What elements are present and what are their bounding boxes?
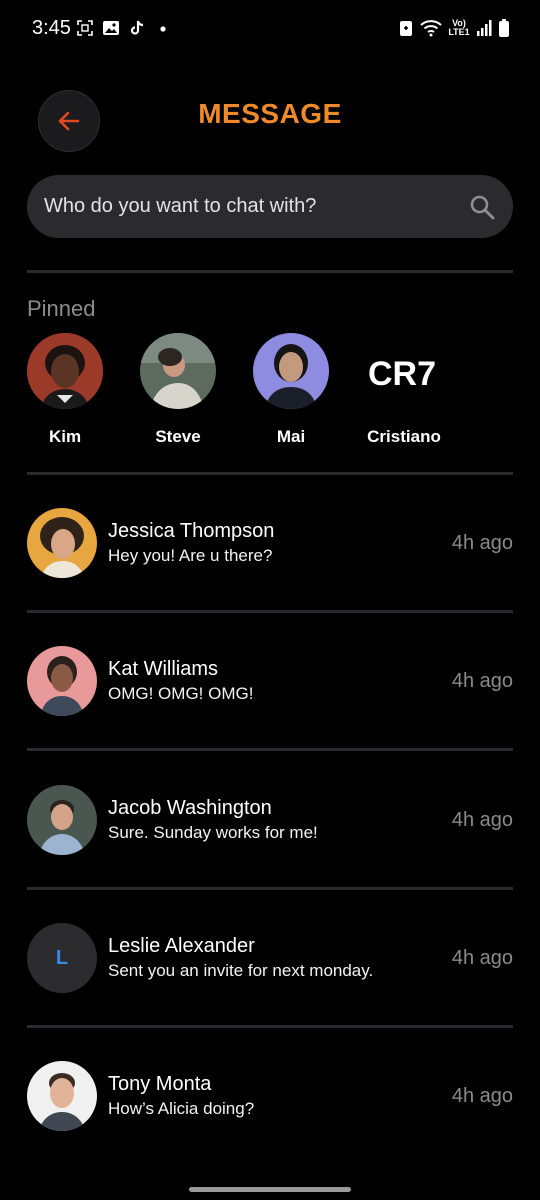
avatar xyxy=(27,333,103,409)
search-box[interactable] xyxy=(27,175,513,238)
chat-name: Jessica Thompson xyxy=(108,520,275,542)
pinned-name: Mai xyxy=(276,427,306,446)
chat-time: 4h ago xyxy=(451,670,513,692)
status-bar: 3:45 Vo) LTE1 xyxy=(0,0,540,58)
page-title: MESSAGE xyxy=(198,98,342,129)
logo-text: CR7 xyxy=(368,355,436,393)
pinned-name: Kim xyxy=(48,427,82,446)
chat-name: Jacob Washington xyxy=(108,797,272,819)
pinned-name: Cristiano xyxy=(367,427,441,446)
cr7-logo-mark: CR7 xyxy=(368,355,436,393)
chat-message: OMG! OMG! OMG! xyxy=(108,684,254,703)
avatar xyxy=(140,333,216,409)
pinned-contact-kim[interactable]: Kim xyxy=(10,333,120,447)
avatar xyxy=(27,785,97,855)
chat-time: 4h ago xyxy=(451,809,513,831)
wifi-icon xyxy=(420,20,442,37)
chat-name: Leslie Alexander xyxy=(108,935,255,957)
network-label: Vo) LTE1 xyxy=(448,18,470,37)
pinned-label: Pinned xyxy=(27,296,96,321)
chat-time: 4h ago xyxy=(451,532,513,554)
divider xyxy=(27,472,513,475)
chat-time: 4h ago xyxy=(451,1085,513,1107)
home-indicator[interactable] xyxy=(189,1187,351,1192)
chat-message: Sure. Sunday works for me! xyxy=(108,823,318,842)
status-right-icons: Vo) LTE1 xyxy=(398,18,510,38)
chat-row[interactable]: Jessica Thompson Hey you! Are u there? 4… xyxy=(27,508,513,580)
avatar xyxy=(27,1061,97,1131)
tiktok-icon xyxy=(130,20,144,35)
chat-time: 4h ago xyxy=(451,947,513,969)
status-time: 3:45 xyxy=(32,17,71,39)
chat-row[interactable]: Jacob Washington Sure. Sunday works for … xyxy=(27,785,513,857)
divider xyxy=(27,1025,513,1028)
chat-row[interactable]: Tony Monta How’s Alicia doing? 4h ago xyxy=(27,1061,513,1133)
avatar xyxy=(253,333,329,409)
search-input[interactable] xyxy=(44,195,469,218)
pinned-contact-cristiano[interactable]: CR7 Cristiano xyxy=(349,333,459,447)
divider xyxy=(27,887,513,890)
divider xyxy=(27,270,513,273)
screenshot-icon xyxy=(77,20,93,36)
chat-message: Hey you! Are u there? xyxy=(108,546,273,565)
signal-icon xyxy=(477,20,492,36)
chat-row[interactable]: L Leslie Alexander Sent you an invite fo… xyxy=(27,923,513,995)
pinned-contact-mai[interactable]: Mai xyxy=(236,333,346,447)
battery-icon xyxy=(499,19,509,37)
pinned-name: Steve xyxy=(155,427,201,446)
avatar xyxy=(27,646,97,716)
chat-row[interactable]: Kat Williams OMG! OMG! OMG! 4h ago xyxy=(27,646,513,718)
chat-message: How’s Alicia doing? xyxy=(108,1099,255,1118)
chat-message: Sent you an invite for next monday. xyxy=(108,961,374,980)
chat-name: Tony Monta xyxy=(108,1073,212,1095)
cr7-logo: CR7 xyxy=(366,333,442,409)
gallery-icon xyxy=(103,21,119,35)
divider xyxy=(27,610,513,613)
chat-name: Kat Williams xyxy=(108,658,219,680)
status-left-icons xyxy=(76,19,172,37)
avatar: L xyxy=(27,923,97,993)
divider xyxy=(27,748,513,751)
dot-icon xyxy=(160,26,166,32)
search-icon[interactable] xyxy=(469,194,495,220)
pinned-contact-steve[interactable]: Steve xyxy=(123,333,233,447)
alarm-icon xyxy=(400,21,412,36)
avatar xyxy=(27,508,97,578)
